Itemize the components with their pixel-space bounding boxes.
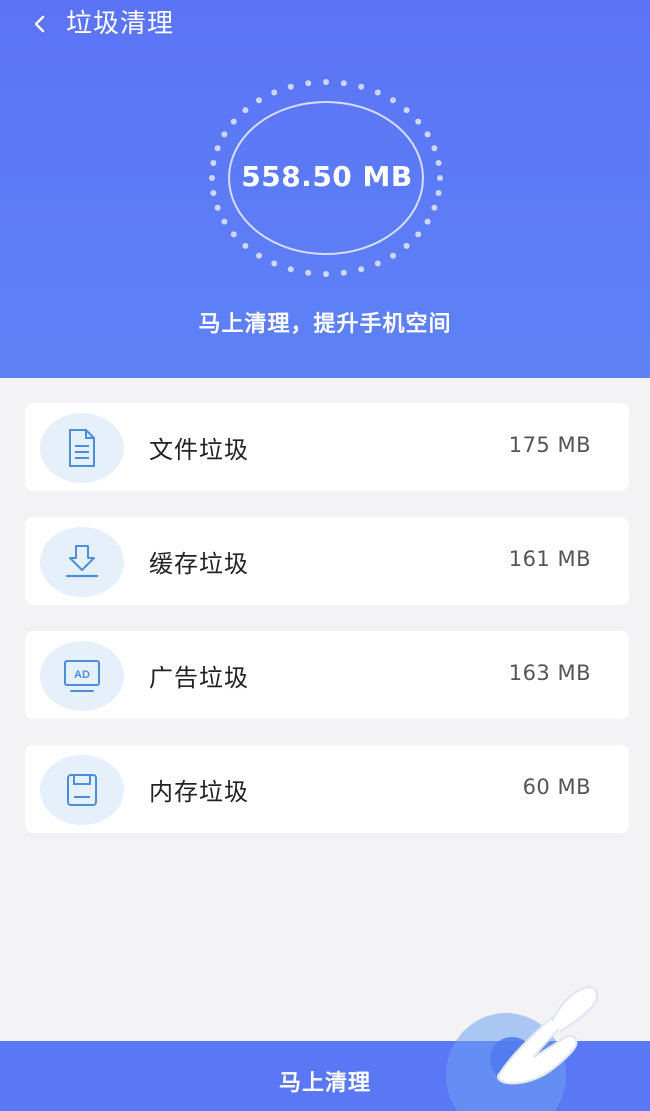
chevron-left-icon: [34, 15, 45, 33]
ring-dot: [221, 218, 228, 225]
ring-dot: [415, 118, 422, 125]
ring-dot: [287, 266, 294, 273]
item-size: 175 MB: [508, 433, 591, 457]
junk-total-size: 558.50 MB: [241, 160, 413, 193]
list-item-cache-junk[interactable]: 缓存垃圾 161 MB: [25, 517, 629, 605]
ring-dot: [214, 204, 221, 211]
item-label: 内存垃圾: [149, 778, 249, 806]
ring-dot: [424, 131, 431, 138]
ring-dot: [305, 80, 312, 87]
back-button[interactable]: [26, 8, 54, 40]
ring-dot: [242, 107, 249, 114]
page-title: 垃圾清理: [66, 9, 175, 39]
ring-dot: [390, 252, 396, 259]
ring-dot: [403, 107, 410, 114]
item-size: 60 MB: [522, 775, 591, 799]
clean-now-button[interactable]: 马上清理: [0, 1041, 650, 1111]
item-label: 广告垃圾: [149, 664, 249, 692]
ring-dot: [358, 83, 365, 90]
ring-dot: [415, 231, 422, 238]
ring-dot: [403, 242, 410, 249]
ring-dot: [431, 145, 438, 152]
item-size: 163 MB: [508, 661, 591, 685]
ring-dot: [340, 80, 347, 87]
download-icon: [65, 545, 99, 578]
svg-text:AD: AD: [74, 669, 90, 681]
ring-dot: [271, 89, 278, 96]
file-icon-badge: [40, 413, 124, 483]
ring-dot: [374, 260, 381, 267]
ring-dot: [358, 266, 365, 273]
ring-dot: [340, 269, 347, 276]
memory-icon-badge: [40, 755, 124, 825]
tagline: 马上清理，提升手机空间: [198, 312, 452, 337]
header: 垃圾清理 558.50 MB 马上清理，提升手机空间: [0, 0, 650, 378]
ring-dot: [256, 252, 262, 259]
ring-dot: [271, 260, 278, 267]
ring-dot: [424, 218, 431, 225]
clean-now-label: 马上清理: [278, 1071, 371, 1096]
ring-dot: [374, 89, 381, 96]
ring-dot: [431, 204, 438, 211]
floppy-icon: [67, 774, 97, 806]
item-label: 缓存垃圾: [149, 550, 249, 578]
document-icon: [69, 429, 95, 467]
cache-icon-badge: [40, 527, 124, 597]
ring-dot: [390, 97, 396, 104]
ring-dot: [242, 242, 249, 249]
list-item-ad-junk[interactable]: AD 广告垃圾 163 MB: [25, 631, 629, 719]
ring-dot: [256, 97, 262, 104]
storage-ring: 558.50 MB: [205, 74, 445, 280]
ring-dot: [287, 83, 294, 90]
ring-dot: [305, 269, 312, 276]
ring-dot: [221, 131, 228, 138]
ring-dot: [230, 118, 237, 125]
ad-icon-badge: AD: [40, 641, 124, 711]
list-item-memory-junk[interactable]: 内存垃圾 60 MB: [25, 745, 629, 833]
ring-dot: [323, 271, 329, 277]
item-label: 文件垃圾: [149, 436, 249, 464]
ring-dot: [230, 231, 237, 238]
ring-dot: [214, 145, 221, 152]
list-item-file-junk[interactable]: 文件垃圾 175 MB: [25, 403, 629, 491]
ad-monitor-icon: AD: [64, 660, 100, 692]
ring-dot: [323, 79, 329, 85]
item-size: 161 MB: [508, 547, 591, 571]
